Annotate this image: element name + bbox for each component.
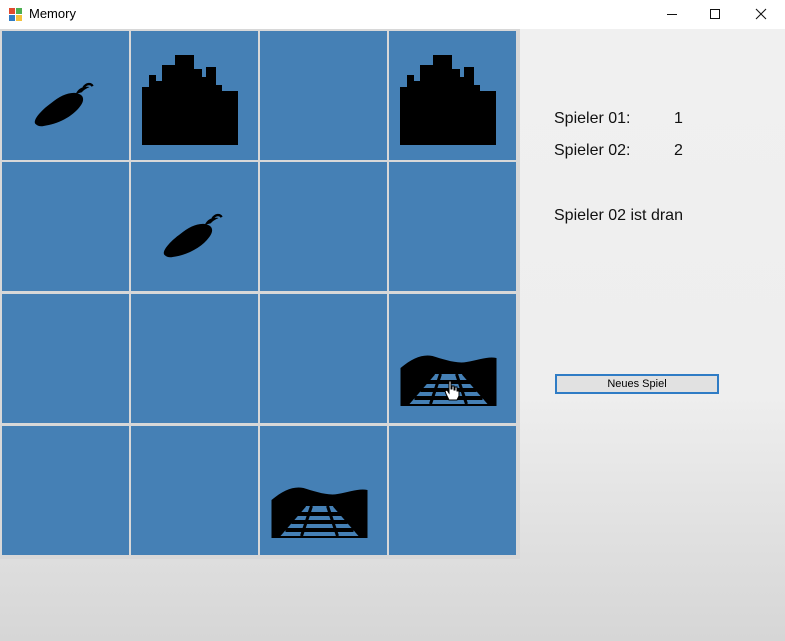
minimize-button[interactable] [649, 0, 695, 28]
title-bar[interactable]: Memory [0, 0, 785, 28]
memory-card[interactable] [389, 294, 516, 423]
close-button[interactable] [738, 0, 784, 28]
city-skyline-icon [400, 55, 496, 145]
maximize-icon [710, 9, 720, 19]
window-title: Memory [29, 6, 76, 21]
player2-label: Spieler 02: [554, 142, 631, 159]
player1-label: Spieler 01: [554, 110, 631, 127]
maximize-button[interactable] [692, 0, 738, 28]
new-game-button[interactable]: Neues Spiel [555, 374, 719, 394]
memory-card[interactable] [389, 31, 516, 160]
memory-card[interactable] [389, 162, 516, 291]
memory-card[interactable] [131, 162, 258, 291]
chili-pepper-icon [163, 213, 223, 258]
player1-score: 1 [674, 110, 683, 127]
memory-card[interactable] [131, 294, 258, 423]
memory-card[interactable] [260, 162, 387, 291]
app-window: Memory Spieler 01: 1 Spieler 02: 2 Spiel… [0, 0, 785, 641]
minimize-icon [667, 14, 677, 15]
memory-card[interactable] [2, 294, 129, 423]
memory-card[interactable] [2, 162, 129, 291]
player2-score: 2 [674, 142, 683, 159]
close-icon [755, 8, 767, 20]
railway-track-icon [271, 487, 368, 538]
memory-board [0, 29, 520, 559]
client-area: Spieler 01: 1 Spieler 02: 2 Spieler 02 i… [0, 29, 785, 641]
turn-status: Spieler 02 ist dran [554, 207, 683, 224]
chili-pepper-icon [34, 82, 94, 127]
memory-card[interactable] [260, 31, 387, 160]
memory-card[interactable] [389, 426, 516, 555]
memory-card[interactable] [2, 31, 129, 160]
memory-card[interactable] [260, 294, 387, 423]
hand-pointer-icon [444, 380, 460, 401]
memory-card[interactable] [260, 426, 387, 555]
memory-card[interactable] [131, 31, 258, 160]
memory-card[interactable] [131, 426, 258, 555]
memory-card[interactable] [2, 426, 129, 555]
windows-app-icon [9, 8, 22, 21]
city-skyline-icon [142, 55, 238, 145]
